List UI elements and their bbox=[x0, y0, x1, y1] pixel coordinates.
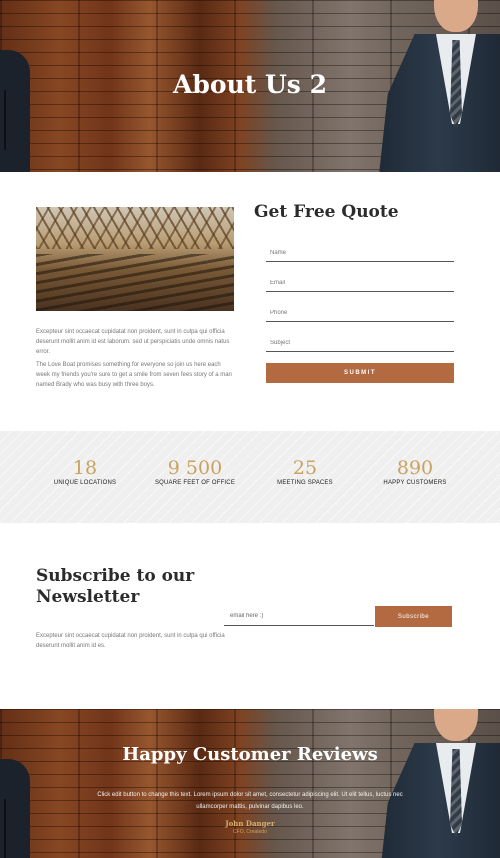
stat-unique-locations: 18 UNIQUE LOCATIONS bbox=[25, 456, 145, 486]
phone-field[interactable] bbox=[266, 304, 454, 322]
review-author-name: John Danger bbox=[225, 819, 275, 828]
page-title: About Us 2 bbox=[173, 70, 327, 99]
reviews-person-right bbox=[378, 709, 500, 858]
name-field[interactable] bbox=[266, 244, 454, 262]
subject-field[interactable] bbox=[266, 334, 454, 352]
newsletter-text: Excepteur sint occaecat cupidatat non pr… bbox=[36, 633, 225, 649]
reviews-banner bbox=[0, 709, 500, 858]
stat-label: HAPPY CUSTOMERS bbox=[383, 480, 447, 486]
stat-happy-customers: 890 HAPPY CUSTOMERS bbox=[355, 456, 475, 486]
reviews-person-left bbox=[0, 759, 30, 858]
stat-value: 18 bbox=[72, 457, 98, 479]
quote-title: Get Free Quote bbox=[254, 202, 399, 222]
reviews-title: Happy Customer Reviews bbox=[122, 744, 378, 765]
stat-label: SQUARE FEET OF OFFICE bbox=[154, 480, 236, 486]
review-text: Click edit button to change this text. L… bbox=[97, 792, 403, 810]
newsletter-title: Subscribe to our Newsletter bbox=[36, 566, 195, 607]
stat-value: 9 500 bbox=[167, 457, 223, 479]
stat-meeting-spaces: 25 MEETING SPACES bbox=[245, 456, 365, 486]
stat-value: 25 bbox=[292, 457, 318, 479]
stat-square-feet: 9 500 SQUARE FEET OF OFFICE bbox=[135, 456, 255, 486]
hero-person-left bbox=[0, 50, 30, 172]
about-paragraph-1: Excepteur sint occaecat cupidatat non pr… bbox=[36, 329, 230, 355]
review-author-role: CFO, Createdo bbox=[233, 829, 267, 835]
stat-value: 890 bbox=[396, 457, 434, 479]
stat-label: UNIQUE LOCATIONS bbox=[53, 480, 117, 486]
email-field[interactable] bbox=[266, 274, 454, 292]
hero-banner: About Us 2 bbox=[0, 0, 500, 172]
about-paragraph-2: The Love Boat promises something for eve… bbox=[36, 362, 232, 388]
submit-button[interactable]: SUBMIT bbox=[266, 363, 454, 383]
stat-label: MEETING SPACES bbox=[277, 480, 333, 486]
newsletter-email-input[interactable] bbox=[224, 606, 374, 626]
subscribe-button[interactable]: Subscribe bbox=[375, 606, 452, 627]
parliament-photo bbox=[36, 207, 234, 311]
